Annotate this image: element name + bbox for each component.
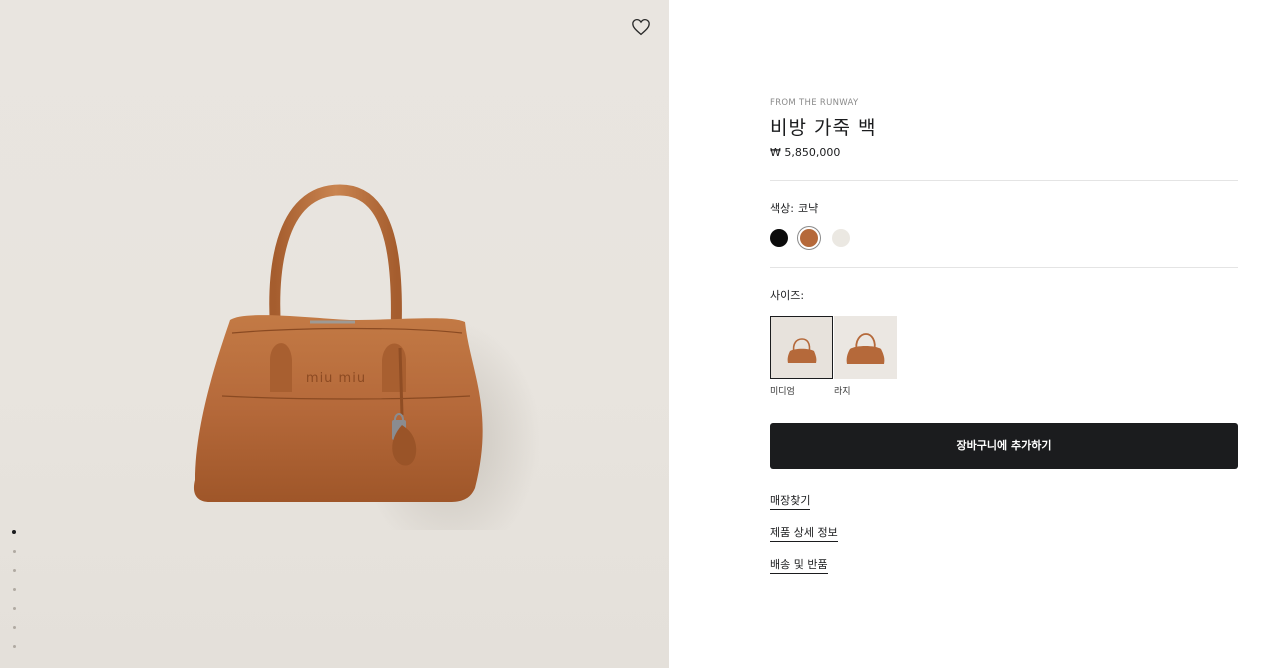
divider xyxy=(770,180,1238,181)
color-label: 색상: xyxy=(770,202,794,215)
shipping-returns-link[interactable]: 배송 및 반품 xyxy=(770,556,828,574)
gallery-dot[interactable] xyxy=(13,569,16,572)
color-swatches xyxy=(770,229,870,249)
size-option-large[interactable] xyxy=(834,316,897,379)
product-image: miu miu xyxy=(193,184,540,530)
color-selector-label: 색상: 코냑 xyxy=(770,200,818,216)
find-store-link[interactable]: 매장찾기 xyxy=(770,492,811,510)
size-option-large-label: 라지 xyxy=(834,387,851,397)
size-medium-thumbnail xyxy=(787,338,817,363)
color-swatch-black[interactable] xyxy=(770,229,788,247)
divider xyxy=(770,267,1238,268)
product-details-link[interactable]: 제품 상세 정보 xyxy=(770,524,838,542)
add-to-cart-button[interactable]: 장바구니에 추가하기 xyxy=(770,423,1238,469)
gallery-dot[interactable] xyxy=(13,607,16,610)
gallery-dot[interactable] xyxy=(13,645,16,648)
gallery-dot[interactable] xyxy=(12,530,16,534)
size-option-medium[interactable] xyxy=(770,316,833,379)
color-swatch-cognac[interactable] xyxy=(800,229,818,247)
product-gallery: miu miu xyxy=(0,0,669,668)
svg-text:miu miu: miu miu xyxy=(306,371,366,386)
collection-eyebrow: FROM THE RUNWAY xyxy=(770,98,859,108)
gallery-dot[interactable] xyxy=(13,626,16,629)
color-swatch-white[interactable] xyxy=(832,229,850,247)
size-large-thumbnail xyxy=(846,333,885,364)
gallery-dot[interactable] xyxy=(13,588,16,591)
gallery-pagination xyxy=(12,530,20,664)
product-price: ₩ 5,850,000 xyxy=(770,146,841,159)
size-label: 사이즈: xyxy=(770,289,805,302)
heart-outline-icon[interactable] xyxy=(631,18,651,36)
gallery-dot[interactable] xyxy=(13,550,16,553)
selected-color-name: 코냑 xyxy=(797,202,819,215)
product-title: 비방 가죽 백 xyxy=(770,117,877,139)
size-option-medium-label: 미디엄 xyxy=(770,387,795,397)
